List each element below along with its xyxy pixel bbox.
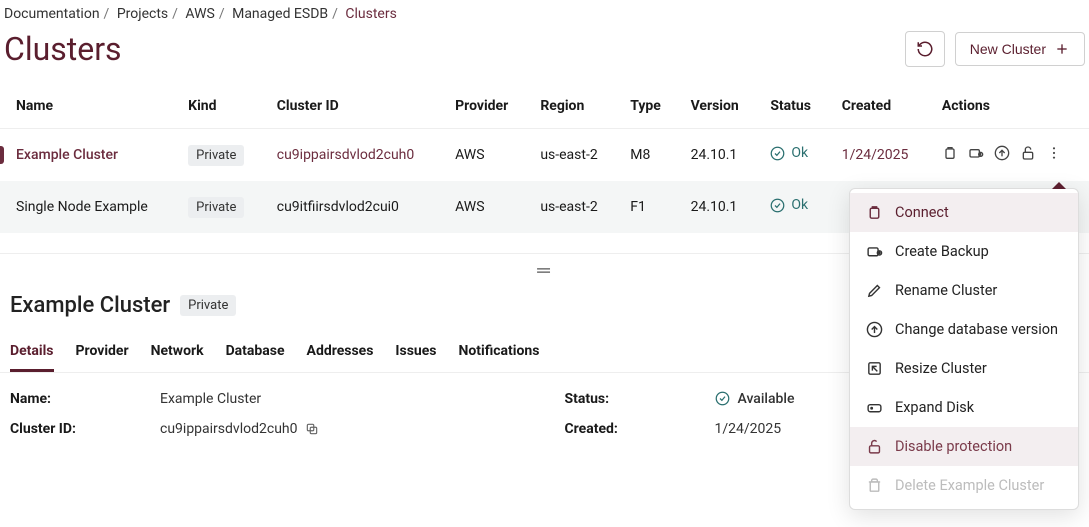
connect-icon — [866, 204, 883, 221]
col-type: Type — [618, 84, 678, 129]
menu-connect[interactable]: Connect — [850, 193, 1078, 232]
backup-icon[interactable] — [968, 145, 984, 161]
menu-item-label: Create Backup — [895, 243, 989, 260]
new-cluster-button[interactable]: New Cluster — [955, 32, 1085, 66]
field-cluster-id-label: Cluster ID: — [10, 421, 160, 437]
field-created-value: 1/24/2025 — [715, 421, 782, 437]
field-name-label: Name: — [10, 391, 160, 407]
kind-badge: Private — [180, 295, 236, 316]
version-cell: 24.10.1 — [679, 181, 759, 233]
created-cell: 1/24/2025 — [842, 147, 909, 163]
col-region: Region — [528, 84, 618, 129]
page-title: Clusters — [4, 30, 122, 68]
field-status-value: Available — [715, 391, 795, 407]
status-badge: Ok — [770, 197, 808, 213]
field-status-label: Status: — [565, 391, 715, 407]
lock-open-icon — [866, 438, 883, 455]
col-provider: Provider — [443, 84, 528, 129]
tab-details[interactable]: Details — [10, 335, 54, 372]
tab-addresses[interactable]: Addresses — [307, 335, 374, 372]
breadcrumb-item[interactable]: Managed ESDB — [232, 6, 328, 22]
col-created: Created — [830, 84, 930, 129]
col-cluster-id: Cluster ID — [265, 84, 443, 129]
refresh-button[interactable] — [905, 31, 945, 67]
type-cell: F1 — [618, 181, 678, 233]
menu-item-label: Disable protection — [895, 438, 1012, 455]
menu-delete: Delete Example Cluster — [850, 466, 1078, 505]
tab-provider[interactable]: Provider — [76, 335, 129, 372]
check-circle-icon — [770, 146, 785, 161]
region-cell: us-east-2 — [528, 129, 618, 182]
backup-icon — [866, 243, 883, 260]
tab-database[interactable]: Database — [226, 335, 285, 372]
breadcrumb-current: Clusters — [345, 6, 396, 22]
menu-item-label: Resize Cluster — [895, 360, 987, 377]
detail-title: Example Cluster — [10, 293, 170, 318]
check-circle-icon — [715, 391, 730, 406]
connect-icon[interactable] — [942, 145, 958, 161]
kind-badge: Private — [188, 197, 244, 218]
menu-item-label: Expand Disk — [895, 399, 974, 416]
more-icon[interactable] — [1046, 145, 1062, 161]
refresh-icon — [916, 40, 934, 58]
col-version: Version — [679, 84, 759, 129]
tab-issues[interactable]: Issues — [395, 335, 436, 372]
field-created-label: Created: — [565, 421, 715, 437]
cluster-name-link[interactable]: Single Node Example — [16, 199, 148, 215]
field-cluster-id-value: cu9ippairsdvlod2cuh0 — [160, 421, 319, 437]
menu-item-label: Change database version — [895, 321, 1058, 338]
col-actions: Actions — [930, 84, 1089, 129]
breadcrumb-item[interactable]: AWS — [185, 6, 214, 22]
menu-rename[interactable]: Rename Cluster — [850, 271, 1078, 310]
new-cluster-label: New Cluster — [970, 41, 1046, 57]
tab-network[interactable]: Network — [151, 335, 204, 372]
lock-open-icon[interactable] — [1020, 145, 1036, 161]
page-header: Clusters New Cluster — [0, 28, 1089, 84]
tab-notifications[interactable]: Notifications — [458, 335, 539, 372]
menu-create-backup[interactable]: Create Backup — [850, 232, 1078, 271]
table-row[interactable]: Example Cluster Private cu9ippairsdvlod2… — [0, 129, 1089, 182]
menu-item-label: Delete Example Cluster — [895, 477, 1044, 494]
trash-icon — [866, 477, 883, 494]
cluster-name-link[interactable]: Example Cluster — [16, 147, 118, 163]
check-circle-icon — [770, 198, 785, 213]
menu-disable-protection[interactable]: Disable protection — [850, 427, 1078, 466]
menu-resize[interactable]: Resize Cluster — [850, 349, 1078, 388]
col-kind: Kind — [176, 84, 265, 129]
menu-item-label: Connect — [895, 204, 949, 221]
type-cell: M8 — [618, 129, 678, 182]
row-actions — [942, 145, 1062, 161]
copy-icon[interactable] — [305, 422, 319, 436]
breadcrumb-item[interactable]: Projects — [117, 6, 168, 22]
menu-change-version[interactable]: Change database version — [850, 310, 1078, 349]
disk-icon — [866, 399, 883, 416]
provider-cell: AWS — [443, 129, 528, 182]
menu-expand-disk[interactable]: Expand Disk — [850, 388, 1078, 427]
upgrade-icon — [866, 321, 883, 338]
status-badge: Ok — [770, 145, 808, 161]
provider-cell: AWS — [443, 181, 528, 233]
resize-icon — [866, 360, 883, 377]
menu-item-label: Rename Cluster — [895, 282, 997, 299]
field-name-value: Example Cluster — [160, 391, 261, 407]
col-status: Status — [758, 84, 829, 129]
breadcrumb-item[interactable]: Documentation — [4, 6, 100, 22]
col-name: Name — [4, 84, 176, 129]
breadcrumb: Documentation/ Projects/ AWS/ Managed ES… — [0, 0, 1089, 28]
cluster-id: cu9itfiirsdvlod2cui0 — [265, 181, 443, 233]
header-actions: New Cluster — [905, 31, 1085, 67]
cluster-id[interactable]: cu9ippairsdvlod2cuh0 — [277, 147, 414, 163]
region-cell: us-east-2 — [528, 181, 618, 233]
plus-icon — [1054, 41, 1070, 57]
version-cell: 24.10.1 — [679, 129, 759, 182]
upgrade-icon[interactable] — [994, 145, 1010, 161]
pencil-icon — [866, 282, 883, 299]
kind-badge: Private — [188, 145, 244, 166]
row-actions-menu: Connect Create Backup Rename Cluster Cha… — [849, 188, 1079, 510]
